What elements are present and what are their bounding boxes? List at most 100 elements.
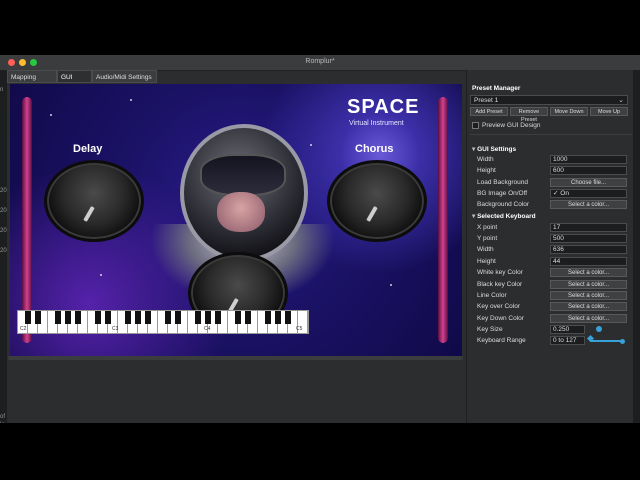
x-point-label: X point xyxy=(477,224,498,231)
keyboard-label-c4: C4 xyxy=(204,326,211,332)
brand-title: SPACE xyxy=(347,96,420,118)
star-decoration xyxy=(50,114,52,116)
y-point-label: Y point xyxy=(477,235,498,242)
astronaut-face-image xyxy=(217,192,265,232)
preview-gui-checkbox[interactable] xyxy=(472,122,479,129)
black-key[interactable] xyxy=(245,311,251,324)
left-edge-panel: n 20 20 20 20 of lo xyxy=(0,70,7,423)
selected-keyboard-header[interactable]: ▾ Selected Keyboard xyxy=(472,212,536,220)
key-size-slider-thumb[interactable] xyxy=(596,326,602,332)
tab-gui-editor[interactable]: GUI Editor xyxy=(57,70,92,94)
range-slider-right-thumb[interactable] xyxy=(620,339,625,344)
key-down-color-label: Key Down Color xyxy=(477,315,524,322)
black-key[interactable] xyxy=(35,311,41,324)
keyboard-range-label: Keyboard Range xyxy=(477,337,526,344)
title-bar: Romplur* xyxy=(0,55,640,71)
black-key[interactable] xyxy=(205,311,211,324)
chorus-knob[interactable] xyxy=(327,160,427,242)
black-key[interactable] xyxy=(175,311,181,324)
line-color-button[interactable]: Select a color... xyxy=(550,291,627,300)
black-key[interactable] xyxy=(215,311,221,324)
line-color-label: Line Color xyxy=(477,292,507,299)
delay-knob[interactable] xyxy=(44,160,144,242)
right-volume-slider[interactable] xyxy=(438,97,448,343)
window-title: Romplur* xyxy=(305,58,335,65)
background-color-label: Background Color xyxy=(477,201,530,208)
key-over-color-label: Key over Color xyxy=(477,303,520,310)
black-key-color-label: Black key Color xyxy=(477,281,523,288)
brand-subtitle: Virtual Instrument xyxy=(349,120,404,127)
key-size-field[interactable]: 0.250 xyxy=(550,325,585,334)
tab-audio-midi-settings[interactable]: Audio/Midi Settings xyxy=(92,70,157,83)
black-key[interactable] xyxy=(95,311,101,324)
left-edge-text: 20 xyxy=(0,208,7,214)
knob-pointer xyxy=(366,206,378,222)
preview-gui-label: Preview GUI Design xyxy=(482,122,541,129)
tab-mapping-editor[interactable]: Mapping Editor xyxy=(7,70,57,94)
gui-height-field[interactable]: 600 xyxy=(550,166,627,175)
app-window: Romplur* n 20 20 20 20 of lo Mapping Edi… xyxy=(0,55,640,423)
x-point-field[interactable]: 17 xyxy=(550,223,627,232)
preset-manager-title: Preset Manager xyxy=(472,85,521,92)
star-decoration xyxy=(100,274,102,276)
astronaut-visor-image xyxy=(200,154,286,196)
remove-preset-button[interactable]: Remove Preset xyxy=(510,107,548,123)
keyboard-label-c3: C3 xyxy=(112,326,119,332)
black-key-color-button[interactable]: Select a color... xyxy=(550,280,627,289)
left-edge-text: of xyxy=(0,414,6,420)
keyboard-height-field[interactable]: 44 xyxy=(550,257,627,266)
keyboard-label-c5: C5 xyxy=(296,326,303,332)
keyboard-width-field[interactable]: 636 xyxy=(550,245,627,254)
black-key[interactable] xyxy=(235,311,241,324)
bg-image-toggle-value: On xyxy=(560,190,569,197)
star-decoration xyxy=(390,284,392,286)
key-over-color-button[interactable]: Select a color... xyxy=(550,302,627,311)
left-edge-text: lo xyxy=(0,422,5,423)
chorus-label: Chorus xyxy=(355,143,394,155)
left-edge-text: 20 xyxy=(0,188,7,194)
black-key[interactable] xyxy=(65,311,71,324)
choose-file-button[interactable]: Choose file... xyxy=(550,178,627,187)
black-key[interactable] xyxy=(275,311,281,324)
white-key-color-button[interactable]: Select a color... xyxy=(550,268,627,277)
gui-height-label: Height xyxy=(477,167,496,174)
black-key[interactable] xyxy=(25,311,31,324)
add-preset-button[interactable]: Add Preset xyxy=(470,107,508,116)
right-edge-panel xyxy=(633,70,640,423)
piano-keyboard[interactable]: C2 C3 C4 C5 xyxy=(17,310,309,334)
keyboard-range-field[interactable]: 0 to 127 xyxy=(550,336,585,345)
black-key[interactable] xyxy=(75,311,81,324)
star-decoration xyxy=(310,144,312,146)
black-key[interactable] xyxy=(165,311,171,324)
keyboard-range-slider-track[interactable] xyxy=(590,340,624,342)
gui-settings-title: GUI Settings xyxy=(477,146,517,153)
load-background-label: Load Background xyxy=(477,179,528,186)
left-edge-text: 20 xyxy=(0,248,7,254)
black-key[interactable] xyxy=(145,311,151,324)
chevron-down-icon: ⌄ xyxy=(618,97,624,104)
gui-width-field[interactable]: 1000 xyxy=(550,155,627,164)
black-key[interactable] xyxy=(265,311,271,324)
preset-select[interactable]: Preset 1 ⌄ xyxy=(470,95,628,105)
black-key[interactable] xyxy=(195,311,201,324)
left-edge-text: n xyxy=(0,87,4,93)
white-key-color-label: White key Color xyxy=(477,269,523,276)
black-key[interactable] xyxy=(285,311,291,324)
black-key[interactable] xyxy=(105,311,111,324)
key-down-color-button[interactable]: Select a color... xyxy=(550,314,627,323)
gui-preview-canvas[interactable]: SPACE Virtual Instrument Delay Chorus C2… xyxy=(10,84,462,356)
black-key[interactable] xyxy=(55,311,61,324)
background-color-button[interactable]: Select a color... xyxy=(550,200,627,209)
move-down-button[interactable]: Move Down xyxy=(550,107,588,116)
left-volume-slider[interactable] xyxy=(22,97,32,343)
gui-settings-header[interactable]: ▾ GUI Settings xyxy=(472,145,516,153)
knob-pointer xyxy=(83,206,95,222)
move-up-button[interactable]: Move Up xyxy=(590,107,628,116)
delay-label: Delay xyxy=(73,143,103,155)
y-point-field[interactable]: 500 xyxy=(550,234,627,243)
canvas-horizontal-scrollbar[interactable] xyxy=(8,356,463,360)
black-key[interactable] xyxy=(125,311,131,324)
bg-image-onoff-label: BG Image On/Off xyxy=(477,190,528,197)
bg-image-toggle[interactable]: ✓ On xyxy=(550,189,627,198)
black-key[interactable] xyxy=(135,311,141,324)
